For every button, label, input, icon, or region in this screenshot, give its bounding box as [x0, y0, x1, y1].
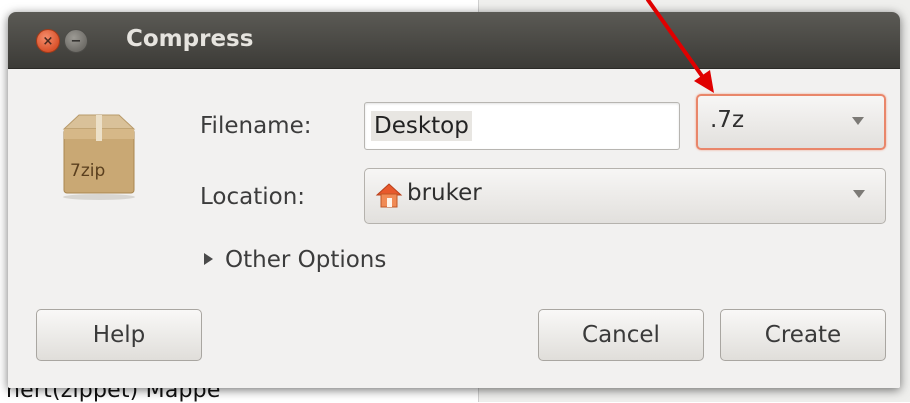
compress-dialog: × − Compress 7zip Filename: Desktop .7z … [8, 12, 900, 388]
help-button-label: Help [92, 322, 146, 348]
minimize-button[interactable]: − [64, 29, 88, 53]
archive-icon-label: 7zip [70, 161, 106, 181]
home-folder-icon [375, 183, 403, 208]
cancel-button[interactable]: Cancel [538, 309, 704, 361]
archive-box-icon [62, 114, 136, 200]
chevron-down-icon [853, 190, 865, 198]
create-button[interactable]: Create [720, 309, 886, 361]
other-options-expander[interactable]: Other Options [204, 247, 386, 273]
extension-value: .7z [710, 107, 745, 133]
filename-label: Filename: [200, 113, 312, 139]
expand-triangle-icon [204, 253, 213, 265]
close-button[interactable]: × [36, 29, 60, 53]
chevron-down-icon [852, 117, 864, 125]
create-button-label: Create [764, 322, 842, 348]
other-options-label: Other Options [225, 247, 387, 273]
location-dropdown[interactable]: bruker [364, 168, 886, 224]
filename-field[interactable]: Desktop [364, 102, 680, 150]
dialog-content: 7zip Filename: Desktop .7z Location: bru… [8, 69, 900, 388]
title-bar[interactable]: × − Compress [8, 12, 900, 69]
cancel-button-label: Cancel [582, 322, 660, 348]
location-label: Location: [200, 184, 306, 210]
close-icon: × [42, 33, 54, 49]
extension-dropdown[interactable]: .7z [696, 94, 886, 150]
help-button[interactable]: Help [36, 309, 202, 361]
filename-value: Desktop [371, 111, 472, 141]
location-value: bruker [407, 180, 482, 206]
minimize-icon: − [70, 33, 82, 49]
dialog-title: Compress [126, 26, 254, 52]
